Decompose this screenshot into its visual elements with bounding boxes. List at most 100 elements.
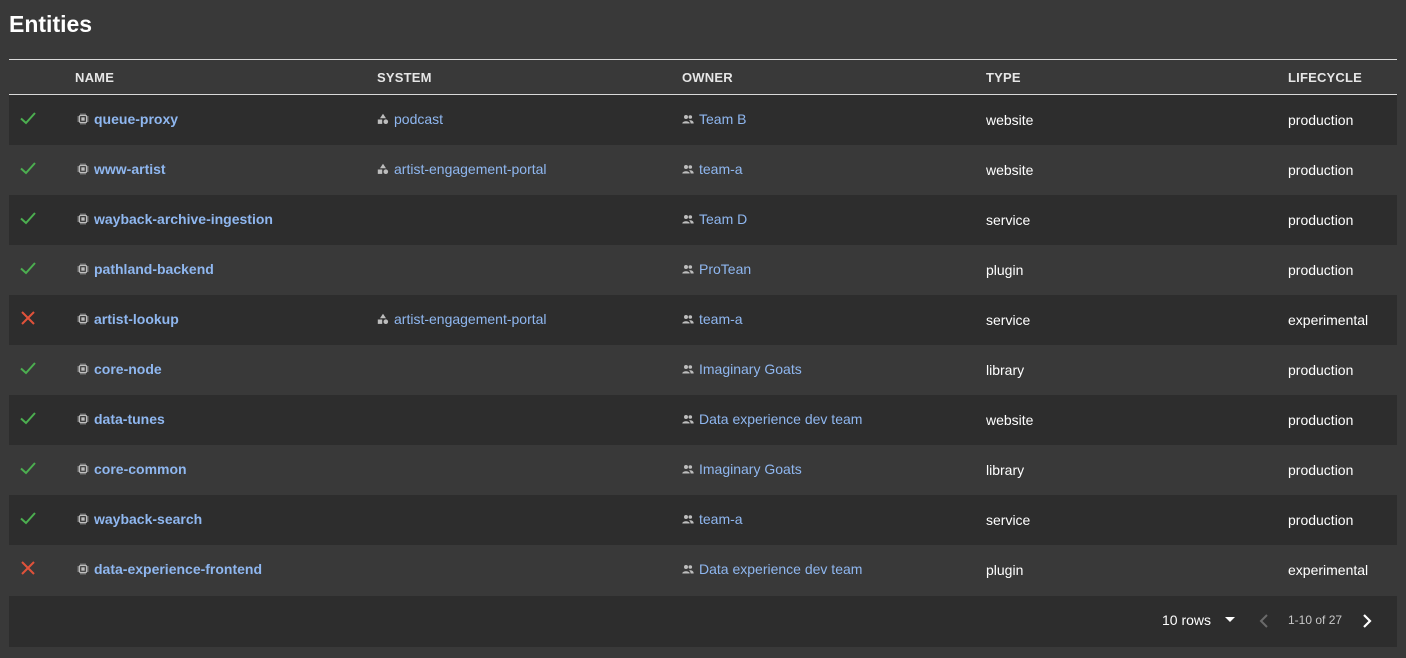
- system-link[interactable]: artist-engagement-portal: [394, 161, 547, 177]
- check-icon: [18, 108, 38, 128]
- system-cell: [377, 195, 682, 245]
- table-footer: 10 rows 1-10 of 27: [9, 596, 1397, 647]
- entity-name-link[interactable]: data-tunes: [94, 411, 165, 427]
- check-icon: [18, 358, 38, 378]
- entity-name-link[interactable]: core-common: [94, 461, 187, 477]
- component-icon: [77, 313, 94, 325]
- entity-name-link[interactable]: wayback-search: [94, 511, 202, 527]
- entity-name-link[interactable]: www-artist: [94, 161, 166, 177]
- status-cell: [9, 145, 75, 195]
- type-cell: library: [986, 361, 1025, 378]
- status-cell: [9, 195, 75, 245]
- lifecycle-cell: experimental: [1288, 311, 1369, 328]
- column-header-name[interactable]: NAME: [75, 60, 377, 95]
- type-cell: library: [986, 461, 1025, 478]
- column-header-status: [9, 60, 75, 95]
- column-header-lifecycle[interactable]: LIFECYCLE: [1288, 60, 1397, 95]
- name-cell: wayback-search: [75, 495, 377, 545]
- component-icon: [77, 363, 94, 375]
- group-icon: [682, 263, 699, 275]
- system-link-wrap[interactable]: artist-engagement-portal: [377, 311, 547, 327]
- owner-cell: Team B: [682, 95, 986, 145]
- table-row: core-common Imaginary Goats library prod…: [9, 444, 1397, 495]
- close-icon: [18, 558, 38, 578]
- lifecycle-cell: production: [1288, 211, 1354, 228]
- lifecycle-cell: production: [1288, 361, 1354, 378]
- table-row: wayback-search team-a service production: [9, 494, 1397, 545]
- system-link-wrap[interactable]: artist-engagement-portal: [377, 161, 547, 177]
- table-row: data-experience-frontend Data experience…: [9, 544, 1397, 595]
- type-cell: plugin: [986, 561, 1024, 578]
- check-icon: [18, 208, 38, 228]
- system-cell: [377, 445, 682, 495]
- lifecycle-cell: experimental: [1288, 561, 1369, 578]
- component-icon: [77, 213, 94, 225]
- owner-cell: team-a: [682, 145, 986, 195]
- system-link-wrap[interactable]: podcast: [377, 111, 443, 127]
- column-header-owner[interactable]: OWNER: [682, 60, 986, 95]
- system-cell: podcast: [377, 95, 682, 145]
- owner-link[interactable]: Data experience dev team: [699, 411, 862, 427]
- table-header-row: NAME SYSTEM OWNER TYPE LIFECYCLE: [9, 59, 1397, 95]
- system-cell: artist-engagement-portal: [377, 145, 682, 195]
- system-link[interactable]: artist-engagement-portal: [394, 311, 547, 327]
- owner-cell: Imaginary Goats: [682, 345, 986, 395]
- owner-link[interactable]: Imaginary Goats: [699, 461, 802, 477]
- owner-link[interactable]: team-a: [699, 511, 743, 527]
- type-cell: service: [986, 211, 1031, 228]
- entity-name-link[interactable]: artist-lookup: [94, 311, 179, 327]
- status-cell: [9, 395, 75, 445]
- system-link[interactable]: podcast: [394, 111, 443, 127]
- owner-cell: Data experience dev team: [682, 395, 986, 445]
- owner-link[interactable]: team-a: [699, 311, 743, 327]
- status-cell: [9, 345, 75, 395]
- system-cell: [377, 345, 682, 395]
- table-row: core-node Imaginary Goats library produc…: [9, 344, 1397, 395]
- type-cell: website: [986, 111, 1034, 128]
- status-cell: [9, 95, 75, 145]
- component-icon: [77, 463, 94, 475]
- system-cell: artist-engagement-portal: [377, 295, 682, 345]
- group-icon: [682, 163, 699, 175]
- rows-per-page-select[interactable]: 10 rows: [1162, 612, 1236, 628]
- name-cell: data-tunes: [75, 395, 377, 445]
- owner-link[interactable]: team-a: [699, 161, 743, 177]
- owner-cell: Data experience dev team: [682, 545, 986, 595]
- next-page-button[interactable]: [1361, 613, 1373, 629]
- owner-link[interactable]: Data experience dev team: [699, 561, 862, 577]
- group-icon: [682, 463, 699, 475]
- column-header-system[interactable]: SYSTEM: [377, 60, 682, 95]
- system-icon: [377, 313, 394, 325]
- entity-name-link[interactable]: data-experience-frontend: [94, 561, 262, 577]
- owner-link[interactable]: Imaginary Goats: [699, 361, 802, 377]
- entity-name-link[interactable]: core-node: [94, 361, 162, 377]
- component-icon: [77, 513, 94, 525]
- status-cell: [9, 445, 75, 495]
- owner-link[interactable]: Team D: [699, 211, 747, 227]
- owner-link[interactable]: ProTean: [699, 261, 751, 277]
- group-icon: [682, 113, 699, 125]
- check-icon: [18, 458, 38, 478]
- owner-cell: Imaginary Goats: [682, 445, 986, 495]
- group-icon: [682, 313, 699, 325]
- lifecycle-cell: production: [1288, 161, 1354, 178]
- lifecycle-cell: production: [1288, 411, 1354, 428]
- previous-page-button[interactable]: [1258, 613, 1270, 629]
- entities-table: NAME SYSTEM OWNER TYPE LIFECYCLE queue-p…: [9, 59, 1397, 595]
- entity-name-link[interactable]: wayback-archive-ingestion: [94, 211, 273, 227]
- lifecycle-cell: production: [1288, 461, 1354, 478]
- check-icon: [18, 408, 38, 428]
- lifecycle-cell: production: [1288, 511, 1354, 528]
- owner-link[interactable]: Team B: [699, 111, 746, 127]
- entity-name-link[interactable]: queue-proxy: [94, 111, 178, 127]
- table-row: pathland-backend ProTean plugin producti…: [9, 244, 1397, 295]
- owner-cell: team-a: [682, 495, 986, 545]
- entity-name-link[interactable]: pathland-backend: [94, 261, 214, 277]
- table-row: wayback-archive-ingestion Team D service…: [9, 194, 1397, 245]
- component-icon: [77, 113, 94, 125]
- column-header-type[interactable]: TYPE: [986, 60, 1288, 95]
- name-cell: data-experience-frontend: [75, 545, 377, 595]
- owner-cell: Team D: [682, 195, 986, 245]
- check-icon: [18, 508, 38, 528]
- rows-per-page-label: 10 rows: [1162, 612, 1212, 628]
